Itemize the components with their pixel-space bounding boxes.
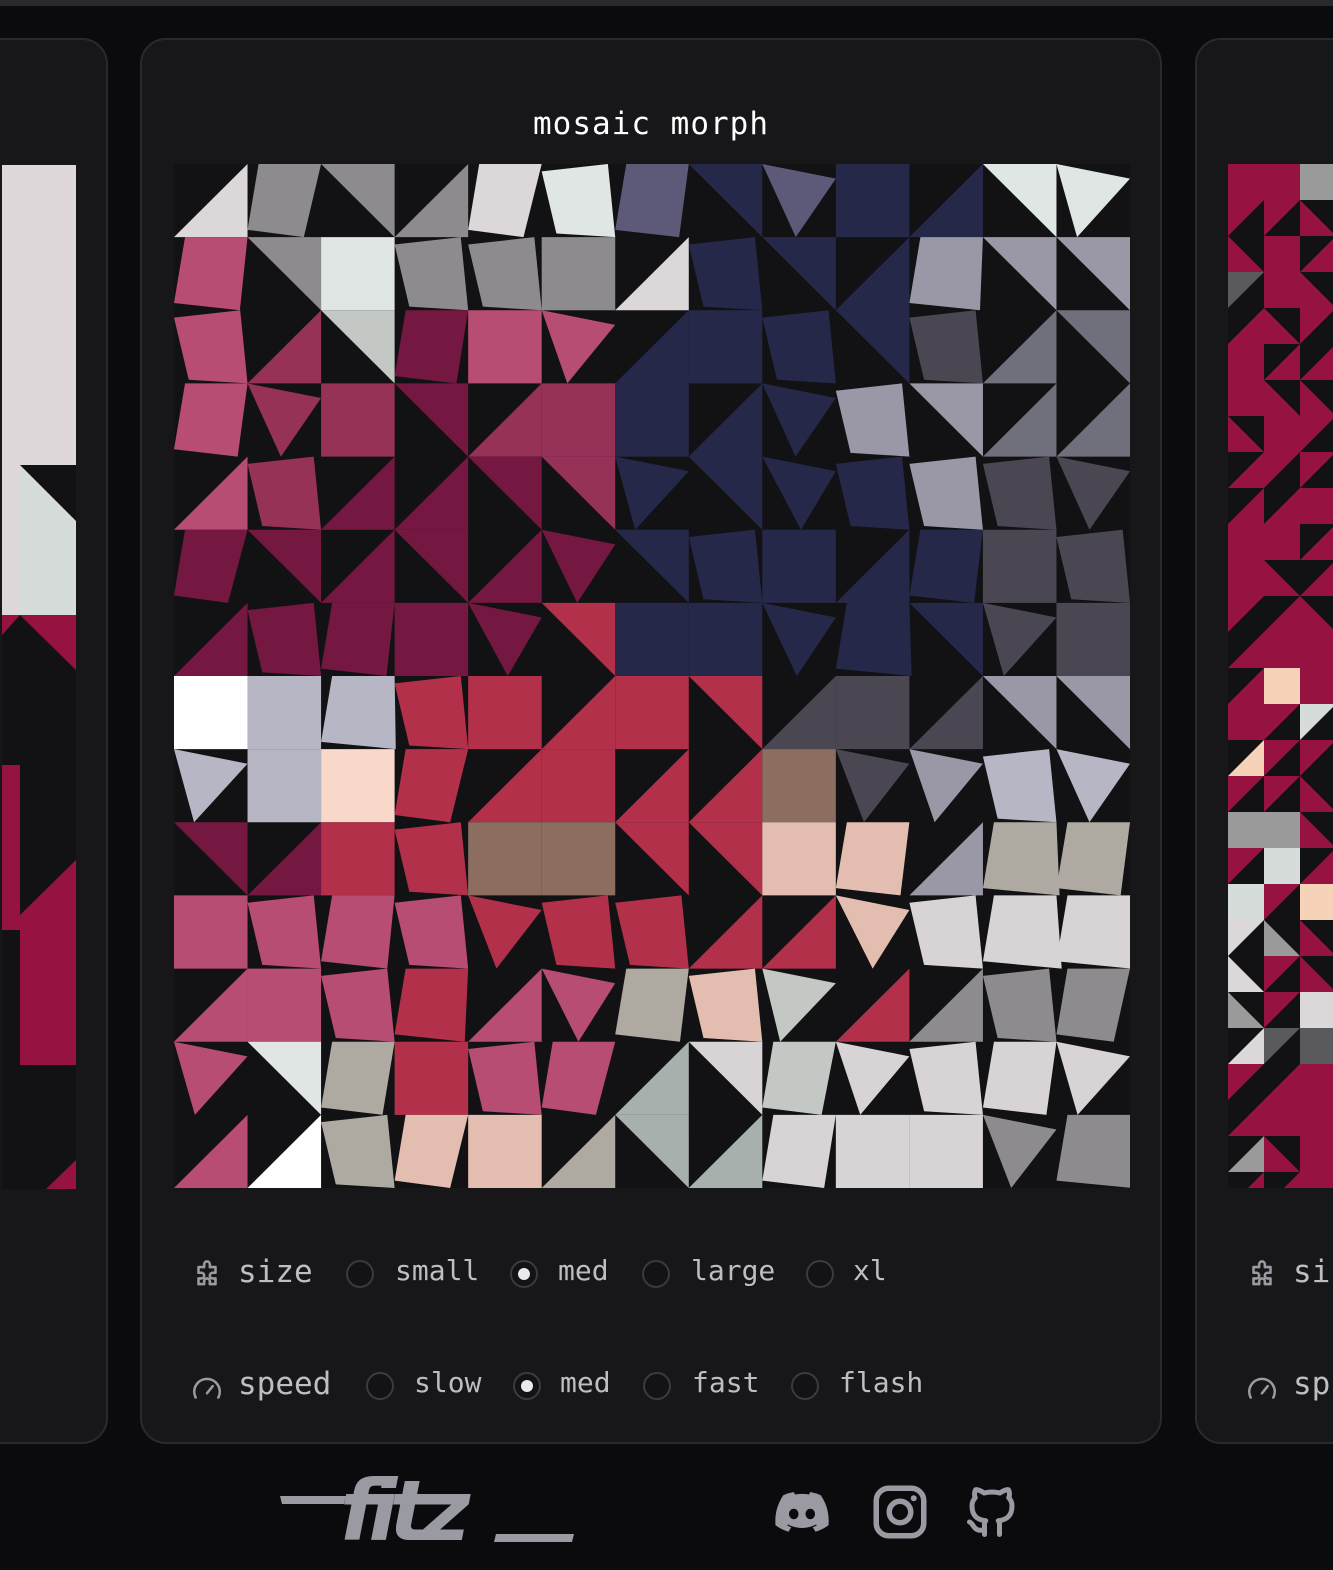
speed-radio-med[interactable] <box>513 1372 541 1400</box>
size-radio-small[interactable] <box>346 1260 374 1288</box>
next-card-mosaic <box>1228 164 1333 1188</box>
github-icon[interactable] <box>960 1482 1024 1542</box>
size-radio-med[interactable] <box>510 1260 538 1288</box>
next-speed-label: sp <box>1293 1366 1331 1402</box>
speed-option-flash[interactable]: flash <box>839 1366 923 1399</box>
mosaic-morph-card: mosaic morph size small med large xl spe… <box>140 38 1162 1444</box>
speed-radio-slow[interactable] <box>366 1372 394 1400</box>
size-option-row: size small med large xl <box>190 1254 1090 1298</box>
previous-card[interactable] <box>0 38 108 1444</box>
instagram-icon[interactable] <box>868 1482 932 1542</box>
speed-radio-fast[interactable] <box>643 1372 671 1400</box>
card-title: mosaic morph <box>533 106 769 142</box>
gauge-icon <box>1247 1377 1277 1399</box>
size-radio-large[interactable] <box>642 1260 670 1288</box>
puzzle-icon <box>197 1260 217 1286</box>
previous-card-mosaic <box>2 165 76 1189</box>
next-card[interactable]: si sp <box>1195 38 1333 1444</box>
fitz-logo-text: fitz <box>340 1476 471 1550</box>
size-label: size <box>238 1254 313 1290</box>
next-size-row: si <box>1245 1254 1333 1298</box>
size-option-small[interactable]: small <box>395 1254 479 1287</box>
speed-option-fast[interactable]: fast <box>692 1366 759 1399</box>
size-option-large[interactable]: large <box>691 1254 775 1287</box>
gauge-icon <box>192 1377 222 1399</box>
puzzle-icon <box>1252 1260 1272 1286</box>
discord-icon[interactable] <box>770 1482 834 1542</box>
next-speed-row: sp <box>1245 1366 1333 1410</box>
speed-option-slow[interactable]: slow <box>414 1366 481 1399</box>
mosaic-canvas[interactable] <box>174 164 1130 1188</box>
fitz-logo[interactable]: fitz <box>276 1476 578 1550</box>
size-radio-xl[interactable] <box>806 1260 834 1288</box>
size-option-med[interactable]: med <box>558 1254 609 1287</box>
speed-option-med[interactable]: med <box>560 1366 611 1399</box>
size-option-xl[interactable]: xl <box>853 1254 887 1287</box>
next-size-label: si <box>1293 1254 1331 1290</box>
speed-label: speed <box>238 1366 332 1402</box>
speed-option-row: speed slow med fast flash <box>190 1366 1090 1410</box>
speed-radio-flash[interactable] <box>791 1372 819 1400</box>
top-strip <box>0 0 1333 6</box>
